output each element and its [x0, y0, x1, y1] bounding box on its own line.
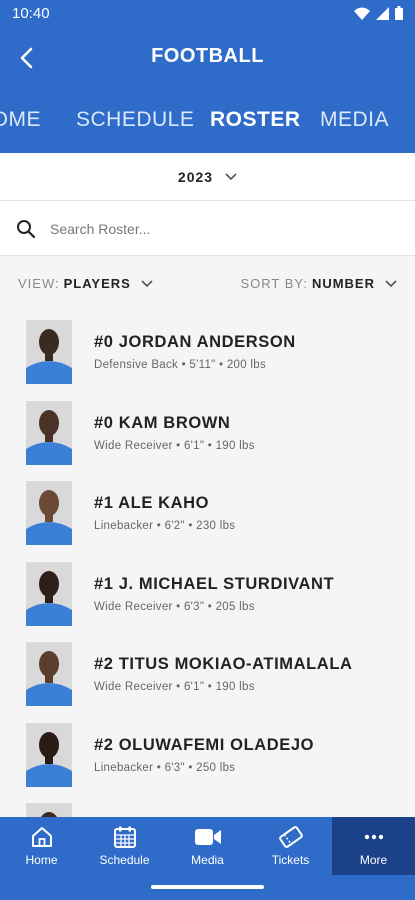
video-camera-icon — [194, 829, 221, 845]
player-row[interactable]: #0 JORDAN ANDERSON Defensive Back • 5'11… — [0, 312, 415, 393]
signal-icon — [376, 6, 389, 20]
player-row[interactable]: #2 TITUS MOKIAO-ATIMALALA Wide Receiver … — [0, 634, 415, 715]
nav-tickets[interactable]: Tickets — [249, 817, 332, 875]
player-photo — [26, 481, 72, 545]
player-info: Wide Receiver • 6'3" • 205 lbs — [94, 600, 255, 613]
bottom-nav: Home Schedule Media Tickets More — [0, 817, 415, 875]
player-row[interactable]: #1 J. MICHAEL STURDIVANT Wide Receiver •… — [0, 554, 415, 635]
chevron-down-icon — [385, 279, 397, 287]
player-name: #2 OLUWAFEMI OLADEJO — [94, 735, 315, 754]
nav-schedule-label: Schedule — [99, 853, 150, 867]
nav-home-label: Home — [25, 853, 58, 867]
view-filter-label: VIEW: — [18, 276, 60, 291]
gesture-handle[interactable] — [151, 885, 264, 889]
nav-media-label: Media — [191, 853, 224, 867]
search-bar — [0, 201, 415, 256]
player-info: Wide Receiver • 6'1" • 190 lbs — [94, 681, 255, 693]
player-photo — [26, 561, 72, 626]
sort-filter-dropdown[interactable]: SORT BY: NUMBER — [240, 276, 397, 291]
calendar-icon — [113, 826, 136, 848]
sort-filter-label: SORT BY: — [240, 276, 308, 291]
tab-media[interactable]: MEDIA — [320, 108, 389, 132]
player-name: #1 ALE KAHO — [94, 494, 210, 512]
player-row[interactable] — [0, 795, 415, 817]
battery-icon — [395, 6, 403, 20]
player-photo — [26, 642, 72, 706]
tab-bar: HOME SCHEDULE ROSTER MEDIA — [0, 88, 415, 153]
home-icon — [31, 827, 52, 847]
chevron-down-icon — [225, 172, 237, 180]
nav-tickets-label: Tickets — [271, 853, 310, 867]
player-info: Wide Receiver • 6'1" • 190 lbs — [94, 439, 255, 452]
player-name: #1 J. MICHAEL STURDIVANT — [94, 574, 335, 593]
nav-more[interactable]: More — [332, 817, 415, 875]
nav-media[interactable]: Media — [166, 817, 249, 875]
season-year: 2023 — [177, 168, 214, 185]
filter-row: VIEW: PLAYERS SORT BY: NUMBER — [0, 256, 415, 312]
player-name: #2 TITUS MOKIAO-ATIMALALA — [94, 655, 353, 673]
player-info: Defensive Back • 5'11" • 200 lbs — [94, 359, 267, 371]
player-name: #0 KAM BROWN — [94, 413, 231, 432]
gesture-bar — [0, 875, 415, 900]
nav-schedule[interactable]: Schedule — [83, 817, 166, 875]
search-icon — [17, 220, 36, 239]
tab-home[interactable]: HOME — [0, 108, 41, 132]
player-row[interactable]: #0 KAM BROWN Wide Receiver • 6'1" • 190 … — [0, 393, 415, 474]
nav-home[interactable]: Home — [0, 817, 83, 875]
view-filter-dropdown[interactable]: VIEW: PLAYERS — [18, 276, 153, 291]
status-bar: 10:40 — [0, 0, 415, 28]
wifi-icon — [354, 7, 370, 20]
search-input[interactable] — [50, 215, 390, 243]
status-icons — [354, 6, 403, 20]
player-photo — [26, 803, 72, 817]
player-info: Linebacker • 6'3" • 250 lbs — [94, 761, 236, 774]
tab-roster[interactable]: ROSTER — [210, 108, 301, 132]
player-info: Linebacker • 6'2" • 230 lbs — [94, 520, 236, 532]
player-photo — [26, 320, 72, 384]
more-dots-icon — [364, 834, 383, 840]
sort-filter-value: NUMBER — [311, 276, 375, 291]
player-row[interactable]: #2 OLUWAFEMI OLADEJO Linebacker • 6'3" •… — [0, 715, 415, 796]
ticket-icon — [278, 826, 303, 848]
tab-schedule[interactable]: SCHEDULE — [76, 108, 194, 132]
nav-more-label: More — [359, 853, 388, 867]
season-selector[interactable]: 2023 — [0, 153, 415, 201]
chevron-down-icon — [141, 279, 153, 287]
app-bar: FOOTBALL — [0, 28, 415, 88]
player-name: #0 JORDAN ANDERSON — [94, 333, 296, 351]
status-time: 10:40 — [12, 5, 50, 22]
roster-list: #0 JORDAN ANDERSON Defensive Back • 5'11… — [0, 312, 415, 817]
player-photo — [26, 722, 72, 787]
view-filter-value: PLAYERS — [63, 276, 131, 291]
player-row[interactable]: #1 ALE KAHO Linebacker • 6'2" • 230 lbs — [0, 473, 415, 554]
page-title: FOOTBALL — [151, 45, 264, 67]
player-photo — [26, 400, 72, 465]
